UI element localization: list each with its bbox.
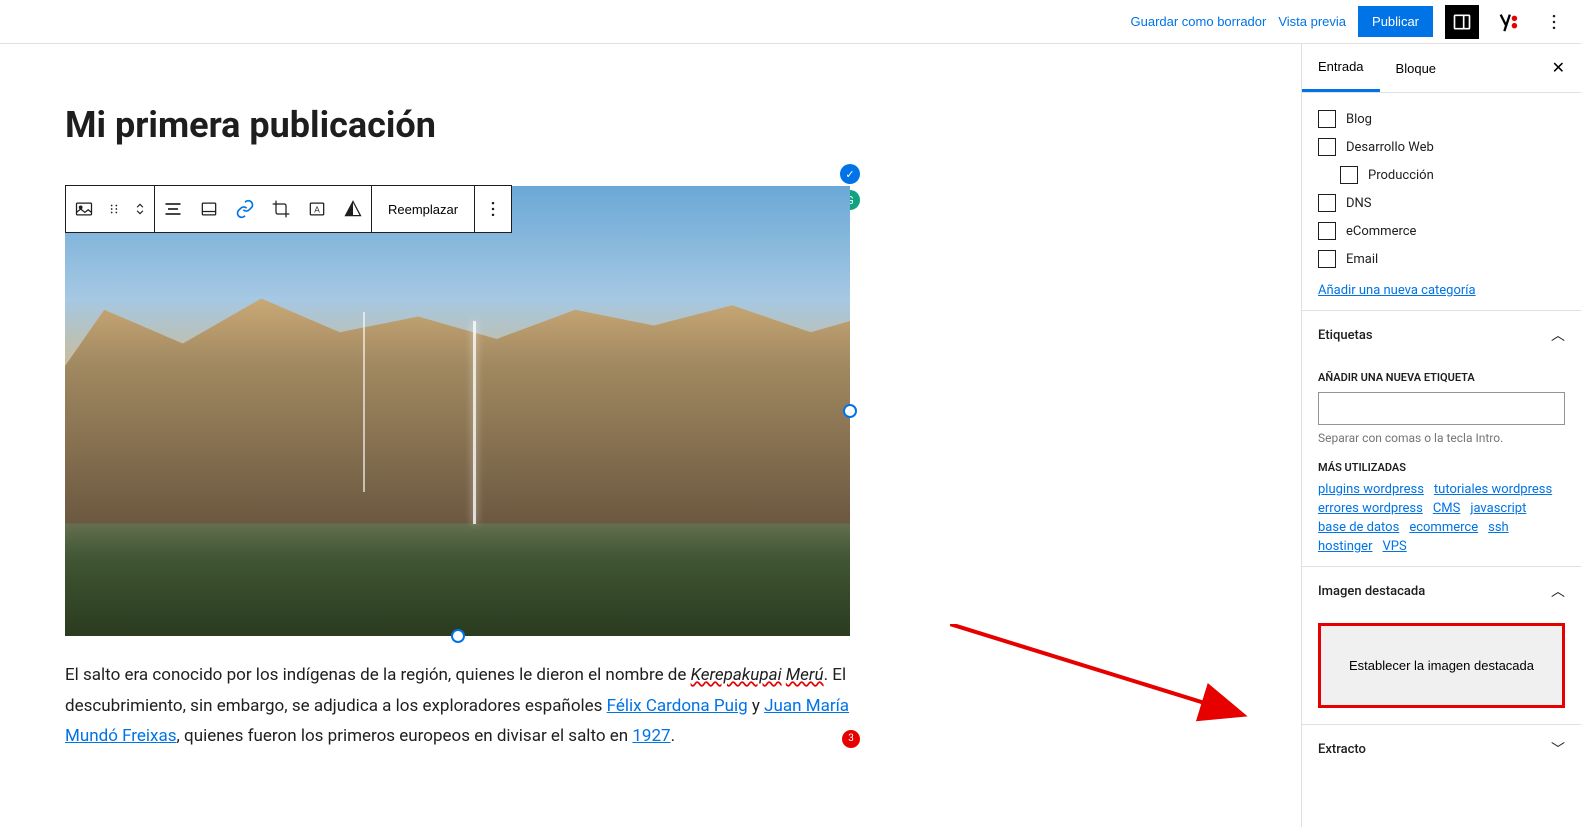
tab-block[interactable]: Bloque — [1380, 44, 1452, 92]
move-arrows-icon[interactable] — [126, 186, 154, 232]
align-icon[interactable] — [155, 186, 191, 232]
image-block-icon[interactable] — [66, 186, 102, 232]
tags-most-used-label: MÁS UTILIZADAS — [1318, 461, 1565, 474]
chevron-up-icon: ︿ — [1551, 581, 1565, 601]
category-label: DNS — [1346, 196, 1372, 211]
block-toolbar: A Reemplazar — [65, 185, 512, 233]
annotation-arrow — [950, 624, 1260, 734]
drag-handle-icon[interactable] — [102, 186, 126, 232]
tag-link[interactable]: hostinger — [1318, 539, 1372, 554]
excerpt-section: Extracto ﹀ — [1302, 724, 1581, 773]
svg-text:A: A — [314, 204, 320, 214]
resize-handle-right[interactable] — [843, 404, 857, 418]
main-layout: Mi primera publicación ✓ G A — [0, 44, 1581, 827]
tag-link[interactable]: javascript — [1470, 501, 1526, 516]
tag-link[interactable]: ecommerce — [1409, 520, 1478, 535]
block-more-icon[interactable] — [475, 186, 511, 232]
check-badge-icon[interactable]: ✓ — [840, 164, 860, 184]
caption-icon[interactable] — [191, 186, 227, 232]
save-draft-button[interactable]: Guardar como borrador — [1131, 14, 1267, 29]
tag-link[interactable]: CMS — [1433, 501, 1461, 516]
tags-section: Etiquetas ︿ AÑADIR UNA NUEVA ETIQUETA Se… — [1302, 310, 1581, 566]
duotone-icon[interactable] — [335, 186, 371, 232]
category-label: Blog — [1346, 112, 1372, 127]
featured-image-section: Imagen destacada ︿ Establecer la imagen … — [1302, 566, 1581, 708]
category-row[interactable]: Producción — [1340, 161, 1565, 189]
text-overlay-icon[interactable]: A — [299, 186, 335, 232]
categories-panel: Blog Desarrollo Web Producción DNS eComm… — [1302, 93, 1581, 310]
tag-cloud: plugins wordpress tutoriales wordpress e… — [1318, 482, 1565, 554]
category-row[interactable]: Desarrollo Web — [1318, 133, 1565, 161]
featured-image-header[interactable]: Imagen destacada ︿ — [1302, 567, 1581, 615]
chevron-up-icon: ︿ — [1551, 325, 1565, 345]
category-label: Producción — [1368, 168, 1434, 183]
publish-button[interactable]: Publicar — [1358, 6, 1433, 37]
tag-link[interactable]: plugins wordpress — [1318, 482, 1424, 497]
checkbox[interactable] — [1318, 222, 1336, 240]
excerpt-title: Extracto — [1318, 742, 1366, 757]
sidebar-tabs: Entrada Bloque ✕ — [1302, 44, 1581, 93]
tab-entry[interactable]: Entrada — [1302, 44, 1380, 92]
post-paragraph[interactable]: El salto era conocido por los indígenas … — [65, 660, 850, 752]
tag-link[interactable]: VPS — [1382, 539, 1406, 554]
category-label: Email — [1346, 252, 1378, 267]
featured-title: Imagen destacada — [1318, 584, 1425, 599]
category-label: eCommerce — [1346, 224, 1416, 239]
excerpt-header[interactable]: Extracto ﹀ — [1302, 725, 1581, 773]
tag-link[interactable]: ssh — [1488, 520, 1509, 535]
more-menu-icon[interactable] — [1537, 5, 1571, 39]
tags-hint: Separar con comas o la tecla Intro. — [1318, 431, 1565, 445]
tag-link[interactable]: base de datos — [1318, 520, 1399, 535]
tag-link[interactable]: errores wordpress — [1318, 501, 1423, 516]
link-icon[interactable] — [227, 186, 263, 232]
chevron-down-icon: ﹀ — [1551, 739, 1565, 759]
yoast-icon[interactable] — [1491, 5, 1525, 39]
category-row[interactable]: Email — [1318, 245, 1565, 273]
settings-panel-toggle-icon[interactable] — [1445, 5, 1479, 39]
set-featured-image-button[interactable]: Establecer la imagen destacada — [1318, 623, 1565, 708]
settings-sidebar: Entrada Bloque ✕ Blog Desarrollo Web Pro… — [1301, 44, 1581, 827]
editor-canvas: Mi primera publicación ✓ G A — [0, 44, 1301, 827]
link-1927[interactable]: 1927 — [632, 726, 670, 746]
checkbox[interactable] — [1318, 138, 1336, 156]
featured-image-block[interactable] — [65, 186, 850, 636]
tag-link[interactable]: tutoriales wordpress — [1434, 482, 1552, 497]
add-category-link[interactable]: Añadir una nueva categoría — [1318, 283, 1565, 298]
category-row[interactable]: Blog — [1318, 105, 1565, 133]
checkbox[interactable] — [1340, 166, 1358, 184]
category-row[interactable]: eCommerce — [1318, 217, 1565, 245]
link-felix[interactable]: Félix Cardona Puig — [607, 696, 748, 716]
crop-icon[interactable] — [263, 186, 299, 232]
close-sidebar-icon[interactable]: ✕ — [1536, 44, 1581, 92]
tag-input[interactable] — [1318, 392, 1565, 425]
category-label: Desarrollo Web — [1346, 140, 1434, 155]
category-row[interactable]: DNS — [1318, 189, 1565, 217]
checkbox[interactable] — [1318, 250, 1336, 268]
tags-header[interactable]: Etiquetas ︿ — [1302, 311, 1581, 359]
error-count-badge[interactable]: 3 — [842, 730, 860, 748]
resize-handle-bottom[interactable] — [451, 629, 465, 643]
top-bar: Guardar como borrador Vista previa Publi… — [0, 0, 1581, 44]
preview-button[interactable]: Vista previa — [1278, 14, 1346, 29]
tags-title: Etiquetas — [1318, 328, 1373, 343]
post-title[interactable]: Mi primera publicación — [65, 104, 850, 146]
tags-add-label: AÑADIR UNA NUEVA ETIQUETA — [1318, 371, 1565, 384]
checkbox[interactable] — [1318, 110, 1336, 128]
checkbox[interactable] — [1318, 194, 1336, 212]
replace-button[interactable]: Reemplazar — [372, 186, 474, 232]
